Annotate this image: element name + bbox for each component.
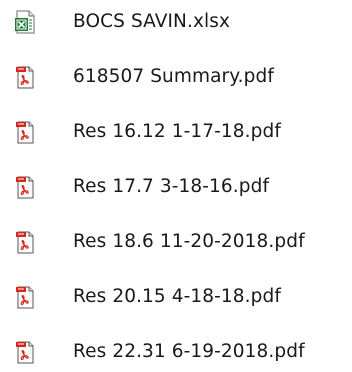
file-item-618507-summary-pdf[interactable]: 618507 Summary.pdf	[0, 57, 352, 97]
file-list: BOCS SAVIN.xlsx 618507 Summary.pdf Res 1	[0, 0, 352, 364]
file-item-bocs-savin-xlsx[interactable]: BOCS SAVIN.xlsx	[0, 2, 352, 42]
file-name: Res 20.15 4-18-18.pdf	[73, 286, 281, 307]
file-name: Res 18.6 11-20-2018.pdf	[73, 231, 305, 252]
file-item-res-16-12-pdf[interactable]: Res 16.12 1-17-18.pdf	[0, 112, 352, 152]
file-name: Res 22.31 6-19-2018.pdf	[73, 341, 305, 362]
pdf-file-icon	[12, 284, 38, 310]
file-item-res-18-6-pdf[interactable]: Res 18.6 11-20-2018.pdf	[0, 222, 352, 262]
pdf-file-icon	[12, 339, 38, 365]
file-name: Res 17.7 3-18-16.pdf	[73, 176, 270, 197]
pdf-file-icon	[12, 174, 38, 200]
pdf-file-icon	[12, 64, 38, 90]
excel-file-icon	[12, 9, 38, 35]
file-item-res-22-31-pdf[interactable]: Res 22.31 6-19-2018.pdf	[0, 332, 352, 372]
file-name: 618507 Summary.pdf	[73, 66, 274, 87]
pdf-file-icon	[12, 119, 38, 145]
pdf-file-icon	[12, 229, 38, 255]
file-name: Res 16.12 1-17-18.pdf	[73, 121, 281, 142]
file-item-res-17-7-pdf[interactable]: Res 17.7 3-18-16.pdf	[0, 167, 352, 207]
file-name: BOCS SAVIN.xlsx	[73, 11, 231, 32]
file-item-res-20-15-pdf[interactable]: Res 20.15 4-18-18.pdf	[0, 277, 352, 317]
